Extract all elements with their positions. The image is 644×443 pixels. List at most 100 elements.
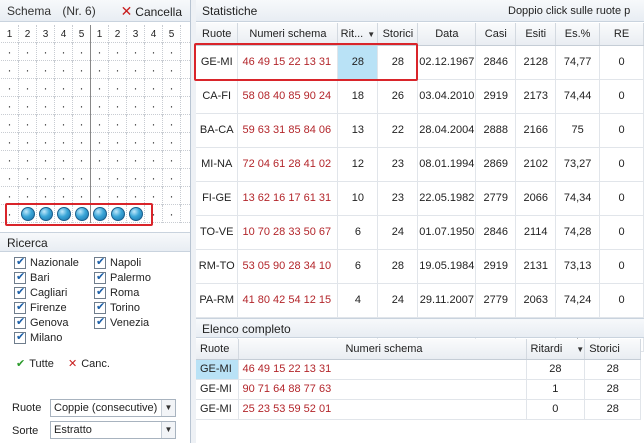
schema-cell[interactable]: · [163,133,181,151]
ruote-select[interactable]: Coppie (consecutive) ▼ [50,399,176,417]
schema-cell[interactable]: · [19,79,37,97]
column-header[interactable]: Numeri schema [237,23,339,46]
column-header[interactable]: Storici [584,339,642,360]
schema-cell[interactable]: · [1,133,19,151]
schema-cell[interactable]: · [55,133,73,151]
column-header[interactable]: Es.% [555,23,601,46]
column-header[interactable]: RE [599,23,644,46]
column-header[interactable]: Numeri schema [238,339,527,360]
schema-cell[interactable]: · [37,61,55,79]
schema-cell[interactable]: · [163,61,181,79]
schema-cell[interactable]: · [37,79,55,97]
wheel-checkbox[interactable]: Nazionale [14,255,79,269]
schema-cell[interactable]: · [19,97,37,115]
schema-cell[interactable]: · [55,79,73,97]
schema-cell[interactable]: · [127,115,145,133]
schema-cell[interactable]: · [145,61,163,79]
clear-button[interactable]: ✕ Canc. [68,357,110,370]
schema-cell[interactable]: · [145,115,163,133]
schema-cell[interactable]: · [73,79,91,97]
schema-cell[interactable]: · [91,43,109,61]
schema-cell[interactable]: · [91,133,109,151]
schema-cell[interactable]: · [91,79,109,97]
cancella-button[interactable]: ✕ Cancella [121,0,182,23]
schema-cell[interactable]: · [145,79,163,97]
schema-cell[interactable]: · [37,169,55,187]
schema-cell[interactable]: · [73,115,91,133]
schema-cell[interactable]: · [55,169,73,187]
schema-cell[interactable]: · [109,169,127,187]
schema-cell[interactable]: · [145,169,163,187]
list-item[interactable]: GE-MI 25 23 53 59 52 01 0 28 [196,399,642,420]
column-header[interactable]: Ruote [196,23,239,46]
schema-cell[interactable]: · [37,97,55,115]
schema-cell[interactable]: · [55,97,73,115]
schema-cell[interactable]: · [91,151,109,169]
table-row[interactable]: MI-NA 72 04 61 28 41 02 12 23 08.01.1994 2869… [196,147,644,182]
schema-cell[interactable]: · [1,43,19,61]
schema-cell[interactable]: · [163,115,181,133]
schema-cell[interactable]: · [127,169,145,187]
schema-cell[interactable]: · [37,133,55,151]
schema-cell[interactable]: · [91,97,109,115]
schema-cell[interactable]: · [19,151,37,169]
schema-cell[interactable]: · [109,61,127,79]
column-header[interactable]: Esiti [515,23,557,46]
schema-cell[interactable]: · [109,97,127,115]
schema-cell[interactable]: · [1,115,19,133]
list-item[interactable]: GE-MI 46 49 15 22 13 31 28 28 [196,359,642,380]
table-row[interactable]: RM-TO 53 05 90 28 34 10 6 28 19.05.1984 2919 2… [196,249,644,284]
wheel-checkbox[interactable]: Napoli [94,255,141,269]
schema-cell[interactable]: · [145,133,163,151]
schema-cell[interactable]: · [163,187,181,205]
schema-cell[interactable]: · [19,115,37,133]
wheel-checkbox[interactable]: Venezia [94,315,149,329]
schema-cell[interactable]: · [145,151,163,169]
schema-cell[interactable]: · [55,115,73,133]
schema-cell[interactable]: · [73,169,91,187]
wheel-checkbox[interactable]: Bari [14,270,50,284]
schema-cell[interactable]: · [73,43,91,61]
sorte-select[interactable]: Estratto ▼ [50,421,176,439]
schema-cell[interactable]: · [1,79,19,97]
schema-cell[interactable]: · [19,133,37,151]
schema-cell[interactable]: · [163,97,181,115]
schema-cell[interactable]: · [1,151,19,169]
schema-cell[interactable]: · [1,97,19,115]
schema-cell[interactable]: · [1,169,19,187]
table-row[interactable]: TO-VE 10 70 28 33 50 67 6 24 01.07.1950 2846 2… [196,215,644,250]
table-row[interactable]: CA-FI 58 08 40 85 90 24 18 26 03.04.2010 2919… [196,79,644,114]
wheel-checkbox[interactable]: Roma [94,285,139,299]
select-all-button[interactable]: ✔ Tutte [16,357,54,370]
schema-cell[interactable]: · [55,151,73,169]
column-header-ritardi[interactable]: Ritardi ▼ [526,339,586,360]
schema-cell[interactable]: · [163,151,181,169]
schema-cell[interactable]: · [127,133,145,151]
schema-cell[interactable]: · [37,115,55,133]
wheel-checkbox[interactable]: Torino [94,300,140,314]
column-header[interactable]: Data [417,23,477,46]
schema-cell[interactable]: · [127,43,145,61]
schema-cell[interactable]: · [19,169,37,187]
schema-cell[interactable]: · [109,43,127,61]
schema-cell[interactable]: · [73,133,91,151]
wheel-checkbox[interactable]: Cagliari [14,285,67,299]
wheel-checkbox[interactable]: Palermo [94,270,151,284]
schema-cell[interactable]: · [163,205,181,223]
wheel-checkbox[interactable]: Milano [14,330,62,344]
schema-cell[interactable]: · [91,115,109,133]
schema-cell[interactable]: · [73,151,91,169]
schema-cell[interactable]: · [127,151,145,169]
schema-cell[interactable]: · [1,61,19,79]
schema-cell[interactable]: · [163,43,181,61]
schema-cell[interactable]: · [55,43,73,61]
schema-cell[interactable]: · [109,115,127,133]
column-header-ritardo[interactable]: Rit... ▼ [337,23,379,46]
list-item[interactable]: GE-MI 90 71 64 88 77 63 1 28 [196,379,642,400]
schema-cell[interactable]: · [109,79,127,97]
schema-cell[interactable]: · [55,61,73,79]
schema-cell[interactable]: · [109,151,127,169]
schema-cell[interactable]: · [145,97,163,115]
schema-cell[interactable]: · [19,61,37,79]
schema-cell[interactable]: · [73,97,91,115]
